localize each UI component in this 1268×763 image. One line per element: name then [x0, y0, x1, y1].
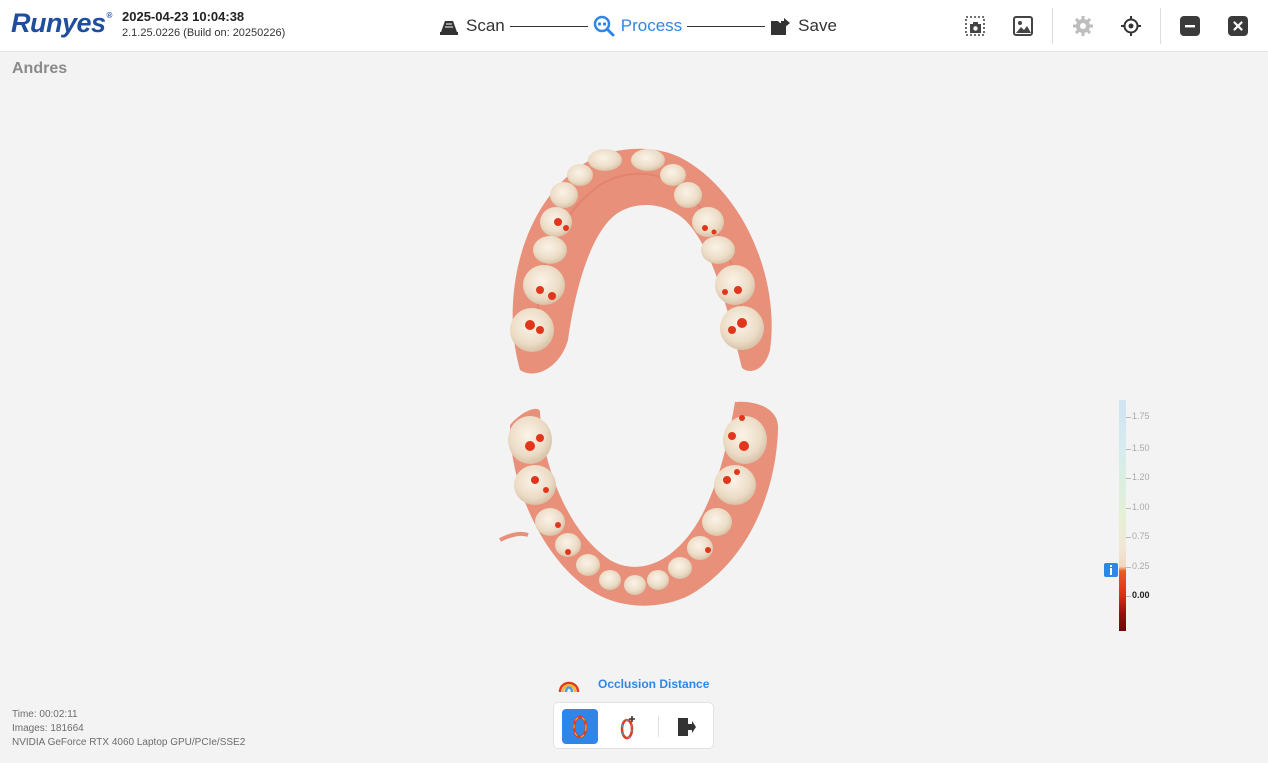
settings-gear-icon [1073, 16, 1093, 36]
legend-tick [1126, 417, 1131, 418]
occlusion-distance-title: Occlusion Distance [598, 677, 710, 691]
minimize-button[interactable] [1177, 13, 1203, 39]
legend-tick [1126, 508, 1131, 509]
app-header: Runyes® 2025-04-23 10:04:38 2.1.25.0226 … [0, 0, 1268, 52]
step-process-label: Process [620, 16, 683, 35]
legend-label: 1.50 [1132, 443, 1150, 453]
legend-tick [1126, 478, 1131, 479]
legend-label: 0.75 [1132, 531, 1150, 541]
build-info: 2025-04-23 10:04:38 2.1.25.0226 (Build o… [122, 9, 285, 41]
status-time: Time: 00:02:11 [12, 709, 78, 720]
occlusion-lower-icon [620, 715, 635, 739]
distance-legend: 1.75 1.50 1.20 1.00 0.75 0.25 0.00 [1100, 400, 1180, 632]
step-save[interactable]: Save [770, 15, 837, 37]
close-button[interactable] [1225, 13, 1251, 39]
legend-tick [1126, 567, 1131, 568]
screenshot-icon [965, 16, 985, 36]
info-icon [1110, 565, 1112, 575]
target-button[interactable] [1118, 13, 1144, 39]
toolbar-separator [658, 716, 659, 737]
patient-name: Andres [12, 60, 68, 77]
step-process[interactable]: Process [593, 15, 682, 37]
legend-tick [1126, 596, 1131, 597]
toolbar-divider [1160, 8, 1161, 44]
step-scan-label: Scan [466, 16, 505, 35]
target-icon [1121, 16, 1141, 36]
settings-button[interactable] [1070, 13, 1096, 39]
step-save-label: Save [798, 16, 837, 35]
dental-scan-viewport[interactable] [480, 140, 790, 620]
legend-tick [1126, 537, 1131, 538]
legend-label: 1.00 [1132, 502, 1150, 512]
legend-label-current: 0.00 [1132, 590, 1150, 600]
occlusion-upper-icon [572, 715, 588, 738]
workflow-steps: Scan Process Save [438, 13, 837, 39]
screenshot-button[interactable] [962, 13, 988, 39]
status-gpu: NVIDIA GeForce RTX 4060 Laptop GPU/PCIe/… [12, 737, 246, 748]
brand-logo: Runyes® [11, 8, 112, 38]
toolbar-divider [1052, 8, 1053, 44]
scanner-icon [440, 21, 458, 35]
legend-tick [1126, 449, 1131, 450]
occlusion-distance-header: Occlusion Distance [558, 674, 709, 694]
session-datetime: 2025-04-23 10:04:38 [122, 9, 245, 24]
gallery-button[interactable] [1010, 13, 1036, 39]
gallery-icon [1013, 16, 1033, 36]
legend-color-bar [1119, 400, 1126, 631]
save-folder-icon [771, 18, 791, 35]
legend-label: 0.25 [1132, 561, 1150, 571]
build-version: 2.1.25.0226 (Build on: 20250226) [122, 27, 286, 39]
status-info: Time: 00:02:11 Images: 181664 NVIDIA GeF… [12, 708, 245, 750]
exit-button[interactable] [668, 709, 704, 744]
step-connector [509, 25, 588, 27]
step-scan[interactable]: Scan [438, 15, 505, 37]
occlusion-rainbow-icon [558, 681, 580, 693]
status-images: Images: 181664 [12, 723, 84, 734]
legend-label: 1.20 [1132, 472, 1150, 482]
occlusion-toolbar [553, 702, 714, 749]
minimize-icon [1180, 16, 1200, 36]
occlusion-upper-button[interactable] [562, 709, 598, 744]
process-magnifier-icon [593, 15, 615, 37]
occlusion-lower-button[interactable] [610, 709, 646, 744]
step-connector [687, 25, 766, 27]
close-icon [1228, 16, 1248, 36]
legend-label: 1.75 [1132, 411, 1150, 421]
legend-info-icon[interactable] [1104, 563, 1118, 577]
exit-icon [678, 717, 696, 736]
